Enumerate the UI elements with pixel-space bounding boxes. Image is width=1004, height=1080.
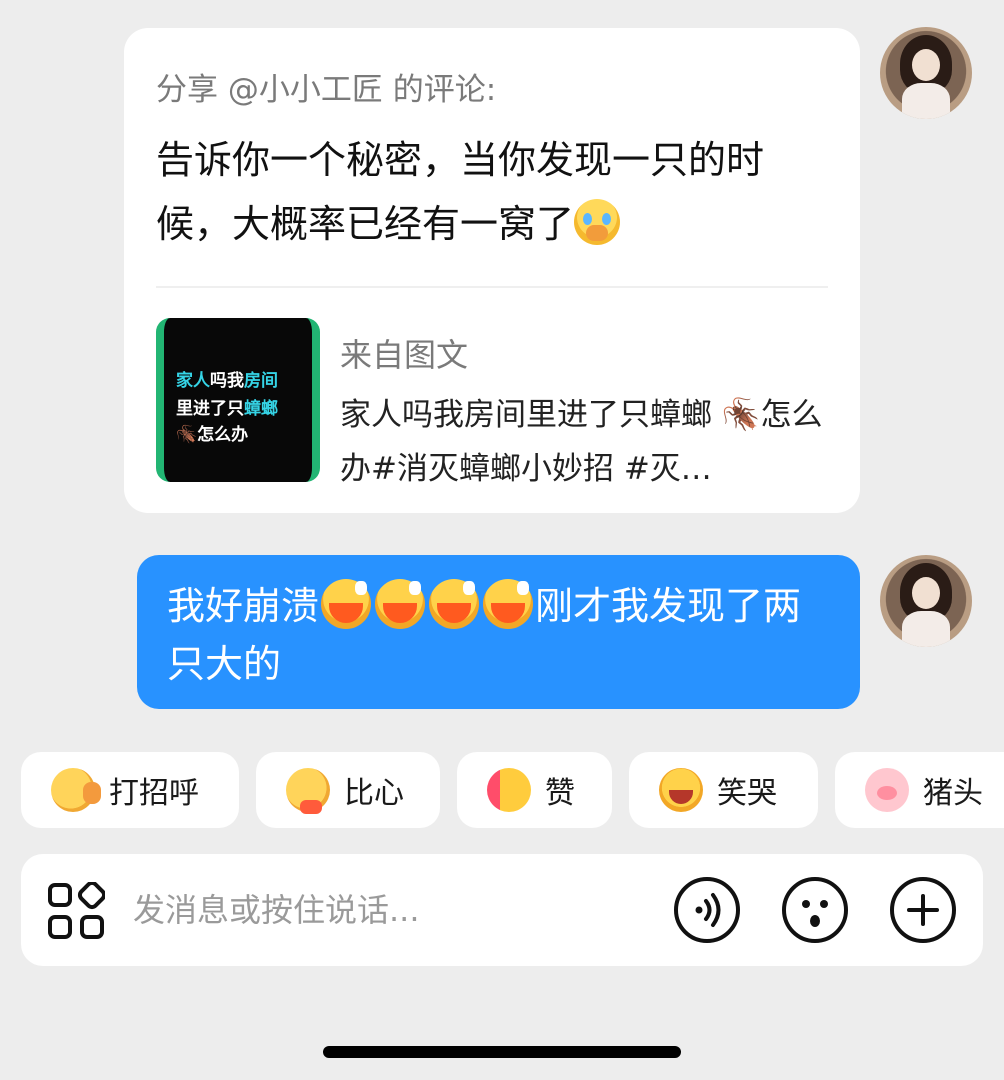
- message-input-bar: [21, 854, 983, 966]
- laugh-cry-emoji-icon: [659, 768, 703, 812]
- shared-comment-card[interactable]: 分享 @小小工匠 的评论: 告诉你一个秘密，当你发现一只的时候，大概率已经有一窝…: [124, 28, 860, 513]
- thumbs-up-emoji-icon: [487, 768, 531, 812]
- apps-grid-icon[interactable]: [47, 882, 105, 940]
- wave-emoji-icon: [51, 768, 101, 812]
- share-header: 分享 @小小工匠 的评论:: [156, 72, 497, 108]
- source-description: 家人吗我房间里进了只蟑螂 🪳怎么办#消灭蟑螂小妙招 #灭…: [340, 397, 823, 487]
- home-indicator[interactable]: [323, 1046, 681, 1058]
- holding-back-tears-emoji-icon: [574, 199, 621, 245]
- chat-screen: 分享 @小小工匠 的评论: 告诉你一个秘密，当你发现一只的时候，大概率已经有一窝…: [0, 0, 1004, 1080]
- quick-reply-wave[interactable]: 打招呼: [21, 752, 239, 828]
- card-divider: [156, 286, 828, 288]
- plus-icon[interactable]: [889, 876, 957, 944]
- emoji-picker-icon[interactable]: [781, 876, 849, 944]
- finger-heart-emoji-icon: [286, 768, 330, 814]
- message-input[interactable]: [133, 884, 633, 936]
- quick-reply-laugh-cry[interactable]: 笑哭: [629, 752, 818, 828]
- quick-reply-pig-head[interactable]: 猪头: [835, 752, 1004, 828]
- shared-comment-text: 告诉你一个秘密，当你发现一只的时候，大概率已经有一窝了: [156, 138, 765, 246]
- crying-emoji-icon: [375, 579, 426, 629]
- quick-reply-finger-heart[interactable]: 比心: [256, 752, 440, 828]
- user-avatar[interactable]: [880, 27, 972, 119]
- pig-head-emoji-icon: [865, 768, 909, 812]
- crying-emoji-icon: [321, 579, 372, 629]
- crying-emoji-icon: [483, 579, 534, 629]
- post-thumbnail[interactable]: 家人吗我房间 里进了只蟑螂 🪳怎么办: [156, 318, 320, 482]
- crying-emoji-icon: [429, 579, 480, 629]
- source-label: 来自图文: [340, 336, 469, 374]
- voice-icon[interactable]: [673, 876, 741, 944]
- user-avatar[interactable]: [880, 555, 972, 647]
- sent-message-bubble[interactable]: 我好崩溃 刚才我发现了两只大的: [137, 555, 860, 709]
- quick-reply-thumbs-up[interactable]: 赞: [457, 752, 612, 828]
